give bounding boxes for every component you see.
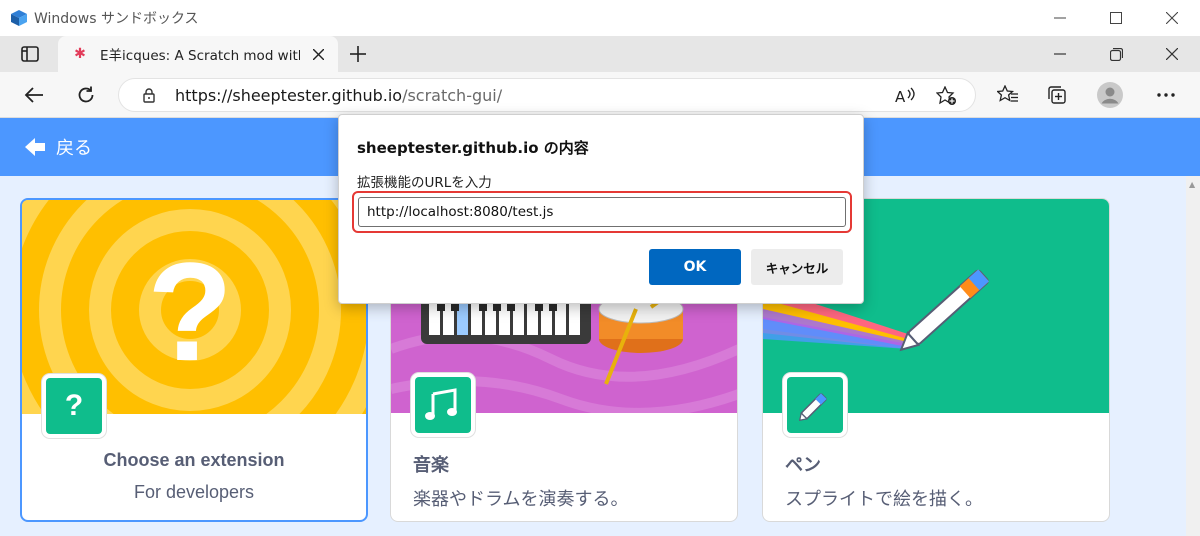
dialog-message: 拡張機能のURLを入力 (357, 175, 492, 191)
refresh-button[interactable] (70, 80, 102, 110)
card-icon-pen (783, 373, 847, 437)
favorites-icon (997, 85, 1018, 102)
favorites-button[interactable] (994, 82, 1022, 108)
browser-toolbar: https://sheeptester.github.io/scratch-gu… (0, 72, 1200, 118)
question-icon: ? (46, 378, 102, 434)
card-title-music: 音楽 (413, 455, 449, 475)
dialog-title: sheeptester.github.io の内容 (357, 139, 589, 157)
close-icon (312, 48, 324, 60)
extension-url-input[interactable] (358, 197, 846, 227)
star-add-icon (936, 86, 956, 105)
sandbox-minimize-button[interactable] (1032, 0, 1088, 36)
plus-icon (350, 46, 366, 62)
scrollbar[interactable]: ▲ (1186, 176, 1200, 536)
back-arrow-icon[interactable] (24, 136, 46, 158)
browser-minimize-button[interactable] (1032, 36, 1088, 72)
tab-actions-button[interactable] (10, 40, 50, 68)
tab-actions-icon (21, 46, 39, 62)
back-label[interactable]: 戻る (56, 134, 92, 160)
url-text: https://sheeptester.github.io/scratch-gu… (175, 86, 502, 105)
collections-button[interactable] (1044, 82, 1072, 108)
lock-icon (143, 88, 155, 103)
minimize-icon (1054, 17, 1066, 19)
cancel-button[interactable]: キャンセル (751, 249, 843, 285)
sandbox-title-bar: Windows サンドボックス (0, 0, 1200, 36)
refresh-icon (78, 86, 94, 103)
url-path: /scratch-gui/ (402, 85, 503, 105)
browser-tab-active[interactable]: ✱ E羊icques: A Scratch mod with a (58, 36, 338, 72)
collections-icon (1048, 86, 1066, 104)
pen-icon (787, 377, 843, 433)
sandbox-maximize-button[interactable] (1088, 0, 1144, 36)
music-note-icon (415, 377, 471, 433)
browser-close-button[interactable] (1144, 36, 1200, 72)
card-title-pen: ペン (785, 455, 821, 475)
settings-menu-button[interactable] (1152, 82, 1180, 108)
minimize-icon (1054, 53, 1066, 55)
prompt-dialog: sheeptester.github.io の内容 拡張機能のURLを入力 OK… (338, 114, 864, 304)
tab-close-button[interactable] (308, 44, 328, 64)
scroll-up-icon[interactable]: ▲ (1189, 180, 1195, 189)
card-subtitle-music: 楽器やドラムを演奏する。 (413, 489, 629, 509)
back-button[interactable] (18, 80, 50, 110)
ok-button[interactable]: OK (649, 249, 741, 285)
browser-tab-strip: ✱ E羊icques: A Scratch mod with a (0, 36, 1200, 72)
profile-button[interactable] (1096, 82, 1124, 108)
restore-icon (1109, 47, 1123, 61)
sheep-favicon-icon: ✱ (74, 46, 86, 62)
card-subtitle-pen: スプライトで絵を描く。 (785, 489, 983, 509)
close-icon (1166, 12, 1178, 24)
avatar-icon (1097, 82, 1123, 108)
read-aloud-button[interactable]: A (893, 85, 917, 107)
sandbox-title: Windows サンドボックス (34, 11, 199, 27)
sandbox-close-button[interactable] (1144, 0, 1200, 36)
read-aloud-icon: A (895, 87, 915, 106)
maximize-icon (1110, 12, 1122, 24)
card-title-custom: Choose an extension (103, 450, 285, 470)
tab-title: E羊icques: A Scratch mod with a (100, 48, 300, 64)
url-host: https://sheeptester.github.io (175, 85, 403, 105)
add-favorite-button[interactable] (935, 85, 959, 107)
sandbox-logo-icon (11, 10, 27, 26)
card-icon-music (411, 373, 475, 437)
card-subtitle-custom: For developers (133, 482, 255, 502)
svg-text:A: A (895, 88, 906, 106)
card-icon-custom: ? (42, 374, 106, 438)
address-bar[interactable]: https://sheeptester.github.io/scratch-gu… (118, 78, 976, 112)
browser-restore-button[interactable] (1088, 36, 1144, 72)
more-icon (1157, 93, 1175, 97)
new-tab-button[interactable] (344, 40, 372, 68)
svg-text:?: ? (147, 233, 233, 390)
arrow-left-icon (24, 87, 43, 103)
extension-card-custom[interactable]: ? ? Choose an extension For developers (20, 198, 368, 522)
close-icon (1166, 48, 1178, 60)
